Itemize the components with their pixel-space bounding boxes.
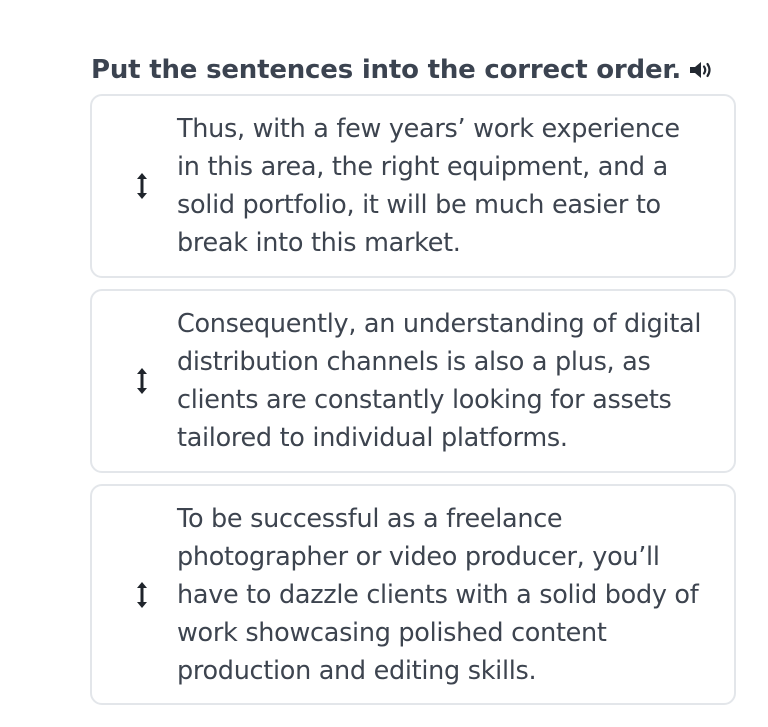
sentence-text: Thus, with a few years’ work experience …	[177, 114, 680, 258]
sentence-text: Consequently, an understanding of digita…	[177, 309, 702, 453]
drag-handle-icon[interactable]	[130, 578, 154, 612]
drag-handle-icon[interactable]	[130, 364, 154, 398]
speaker-icon[interactable]	[687, 57, 717, 83]
instruction-text: Put the sentences into the correct order…	[91, 55, 681, 85]
sentence-card[interactable]: To be successful as a freelance photogra…	[90, 484, 736, 705]
instruction-heading: Put the sentences into the correct order…	[91, 55, 717, 85]
sentence-text: To be successful as a freelance photogra…	[177, 504, 699, 686]
sentence-card[interactable]: Thus, with a few years’ work experience …	[90, 94, 736, 278]
drag-handle-icon[interactable]	[130, 169, 154, 203]
sentence-card[interactable]: Consequently, an understanding of digita…	[90, 289, 736, 473]
